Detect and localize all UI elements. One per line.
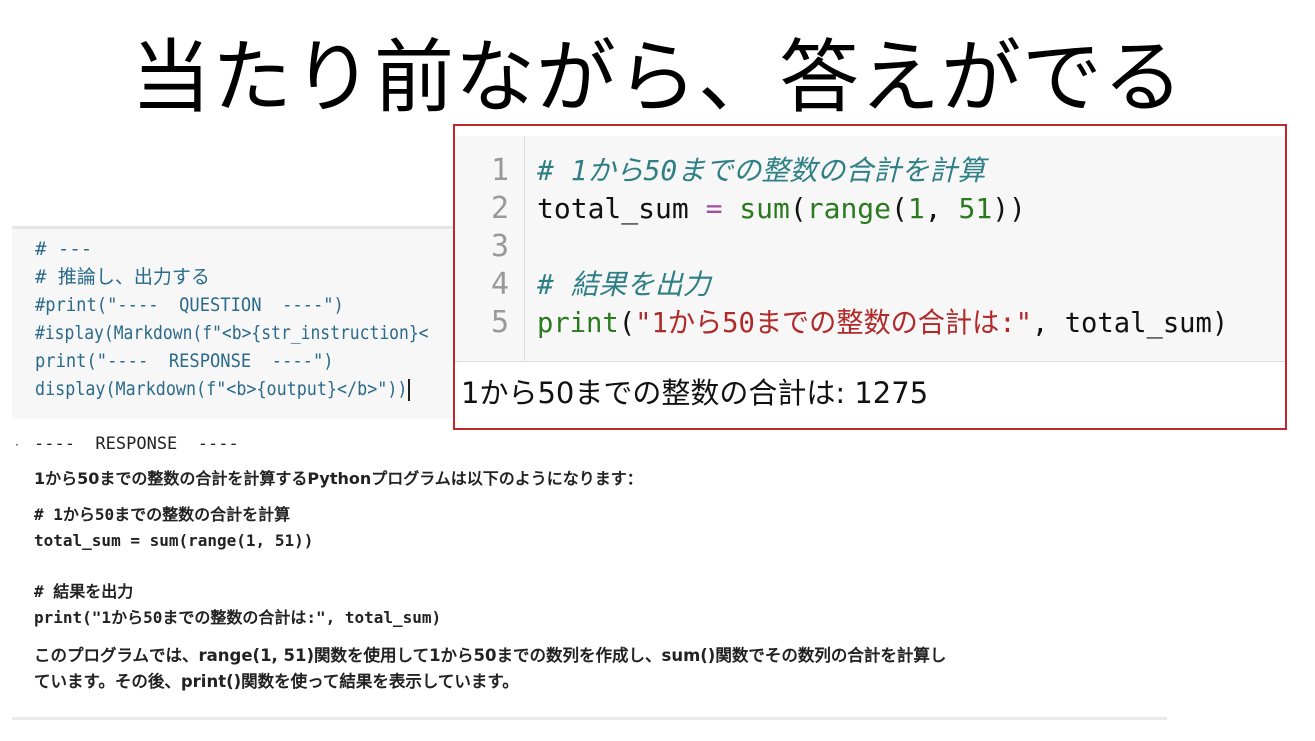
- arg-stop: 51: [958, 192, 993, 225]
- print-string: "1から50までの整数の合計は:": [635, 306, 1033, 339]
- line-number-5: 5: [490, 305, 509, 340]
- cell-line-4: #isplay(Markdown(f"<b>{str_instruction}<: [35, 322, 429, 344]
- cell-line-3: #print("---- QUESTION ----"): [35, 294, 344, 316]
- output-code-line-5: print("1から50までの整数の合計は:", total_sum): [34, 608, 442, 627]
- cell-line-6: display(Markdown(f"<b>{output}</b>")): [35, 375, 411, 403]
- assign-operator: =: [705, 192, 723, 225]
- output-code-line-1: # 1から50までの整数の合計を計算: [34, 505, 291, 524]
- line-number-1: 1: [490, 153, 509, 188]
- arg-start: 1: [907, 192, 925, 225]
- gutter-divider: [524, 136, 525, 361]
- output-explanation-line-1: このプログラムでは、range(1, 51)関数を使用して1から50までの数列を…: [34, 646, 947, 665]
- panel-line-4: # 結果を出力: [537, 268, 711, 301]
- line-number-4: 4: [490, 267, 509, 302]
- cell-line-2: # 推論し、出力する: [35, 266, 210, 288]
- line-number-3: 3: [490, 229, 509, 264]
- line-number-2: 2: [490, 191, 509, 226]
- panel-line-2: total_sum = sum(range(1, 51)): [537, 192, 1026, 225]
- cell-prompt-mark: ·: [15, 438, 19, 452]
- panel-result-output: 1から50までの整数の合計は: 1275: [461, 376, 929, 410]
- cell-line-6-text: display(Markdown(f"<b>{output}</b>")): [35, 378, 408, 400]
- panel-line-5: print("1から50までの整数の合計は:", total_sum): [537, 306, 1229, 339]
- highlight-code-panel: 1 2 3 4 5 # 1から50までの整数の合計を計算 total_sum =…: [453, 124, 1287, 430]
- func-sum: sum: [739, 192, 790, 225]
- output-intro: 1から50までの整数の合計を計算するPythonプログラムは以下のようになります…: [34, 469, 643, 488]
- func-range: range: [806, 192, 892, 225]
- func-print: print: [537, 306, 619, 339]
- text-cursor: [408, 378, 411, 401]
- notebook-code-cell[interactable]: # --- # 推論し、出力する #print("---- QUESTION -…: [12, 229, 462, 419]
- output-bottom-rule: [12, 717, 1167, 720]
- output-separator: ---- RESPONSE ----: [34, 434, 239, 454]
- output-explanation-line-2: ています。その後、print()関数を使って結果を表示しています。: [34, 672, 519, 691]
- panel-line-1: # 1から50までの整数の合計を計算: [537, 154, 986, 187]
- output-code-line-4: # 結果を出力: [34, 582, 134, 601]
- slide-title: 当たり前ながら、答えがでる: [131, 31, 1184, 124]
- print-var: total_sum: [1064, 306, 1212, 339]
- var-total-sum: total_sum: [537, 192, 689, 225]
- cell-line-1: # ---: [35, 238, 93, 260]
- panel-code-editor[interactable]: 1 2 3 4 5 # 1から50までの整数の合計を計算 total_sum =…: [455, 136, 1285, 361]
- cell-line-5: print("---- RESPONSE ----"): [35, 350, 334, 372]
- output-code-line-2: total_sum = sum(range(1, 51)): [34, 531, 314, 550]
- panel-divider: [455, 361, 1285, 362]
